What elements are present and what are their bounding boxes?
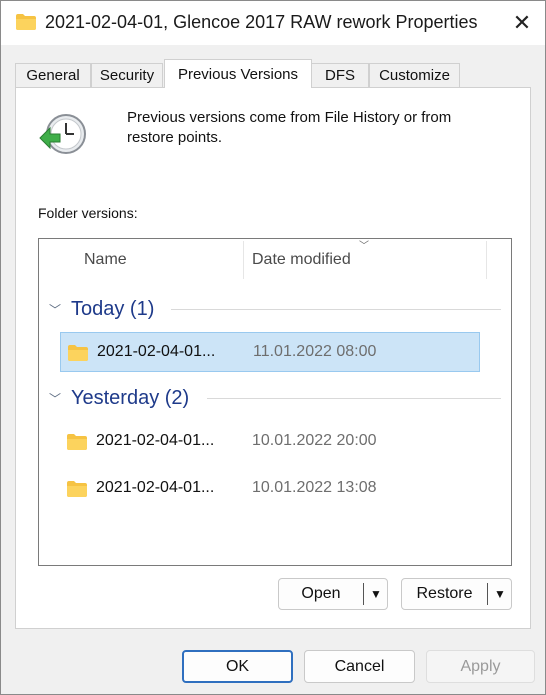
folder-icon bbox=[67, 481, 87, 497]
list-item[interactable]: 2021-02-04-01... 11.01.2022 08:00 bbox=[60, 332, 480, 372]
column-header-name[interactable]: Name bbox=[39, 239, 243, 281]
tab-security[interactable]: Security bbox=[91, 63, 163, 87]
sort-descending-icon: ﹀ bbox=[359, 241, 369, 252]
group-divider bbox=[207, 398, 501, 399]
column-date-label: Date modified bbox=[252, 251, 351, 268]
column-separator[interactable] bbox=[486, 241, 487, 279]
chevron-down-icon: ﹀ bbox=[49, 302, 62, 317]
group-header-yesterday[interactable]: ﹀ Yesterday (2) bbox=[49, 383, 189, 413]
list-item[interactable]: 2021-02-04-01... 10.01.2022 13:08 bbox=[60, 469, 480, 509]
open-button[interactable]: Open ▼ bbox=[278, 578, 388, 610]
folder-icon bbox=[67, 434, 87, 450]
tab-previous-versions[interactable]: Previous Versions bbox=[164, 59, 312, 88]
properties-dialog: 2021-02-04-01, Glencoe 2017 RAW rework P… bbox=[0, 0, 546, 695]
title-bar[interactable]: 2021-02-04-01, Glencoe 2017 RAW rework P… bbox=[1, 1, 545, 45]
folder-versions-label: Folder versions: bbox=[38, 205, 138, 221]
restore-button-label: Restore bbox=[416, 585, 473, 602]
split-divider bbox=[487, 583, 488, 605]
group-title: Yesterday (2) bbox=[71, 386, 190, 409]
restore-clock-icon bbox=[39, 114, 86, 154]
item-name: 2021-02-04-01... bbox=[96, 479, 215, 496]
list-item[interactable]: 2021-02-04-01... 10.01.2022 20:00 bbox=[60, 422, 480, 462]
tab-general[interactable]: General bbox=[15, 63, 91, 87]
cancel-button[interactable]: Cancel bbox=[304, 650, 415, 683]
previous-versions-panel: Previous versions come from File History… bbox=[15, 87, 531, 629]
item-date: 10.01.2022 13:08 bbox=[252, 479, 377, 496]
item-date: 10.01.2022 20:00 bbox=[252, 432, 377, 449]
folder-icon bbox=[68, 345, 88, 361]
folder-icon bbox=[16, 14, 36, 30]
ok-button[interactable]: OK bbox=[182, 650, 293, 683]
apply-button[interactable]: Apply bbox=[426, 650, 535, 683]
open-button-label: Open bbox=[301, 585, 341, 602]
close-icon: ✕ bbox=[512, 10, 532, 35]
dropdown-arrow-icon[interactable]: ▼ bbox=[365, 579, 387, 609]
window-title: 2021-02-04-01, Glencoe 2017 RAW rework P… bbox=[45, 12, 478, 32]
item-name: 2021-02-04-01... bbox=[97, 343, 216, 360]
tab-dfs[interactable]: DFS bbox=[311, 63, 369, 87]
split-divider bbox=[363, 583, 364, 605]
group-divider bbox=[171, 309, 501, 310]
info-text: Previous versions come from File History… bbox=[127, 109, 452, 146]
column-name-label: Name bbox=[84, 251, 127, 268]
group-header-today[interactable]: ﹀ Today (1) bbox=[49, 294, 154, 324]
versions-list[interactable]: Name Date modified ﹀ ﹀ Today (1) 2021-02… bbox=[38, 238, 512, 566]
item-date: 11.01.2022 08:00 bbox=[253, 343, 377, 360]
dropdown-arrow-icon[interactable]: ▼ bbox=[489, 579, 511, 609]
chevron-down-icon: ﹀ bbox=[49, 391, 62, 406]
close-button[interactable]: ✕ bbox=[499, 1, 545, 45]
item-name: 2021-02-04-01... bbox=[96, 432, 215, 449]
tab-customize[interactable]: Customize bbox=[369, 63, 460, 87]
group-title: Today (1) bbox=[71, 297, 155, 320]
restore-button[interactable]: Restore ▼ bbox=[401, 578, 512, 610]
